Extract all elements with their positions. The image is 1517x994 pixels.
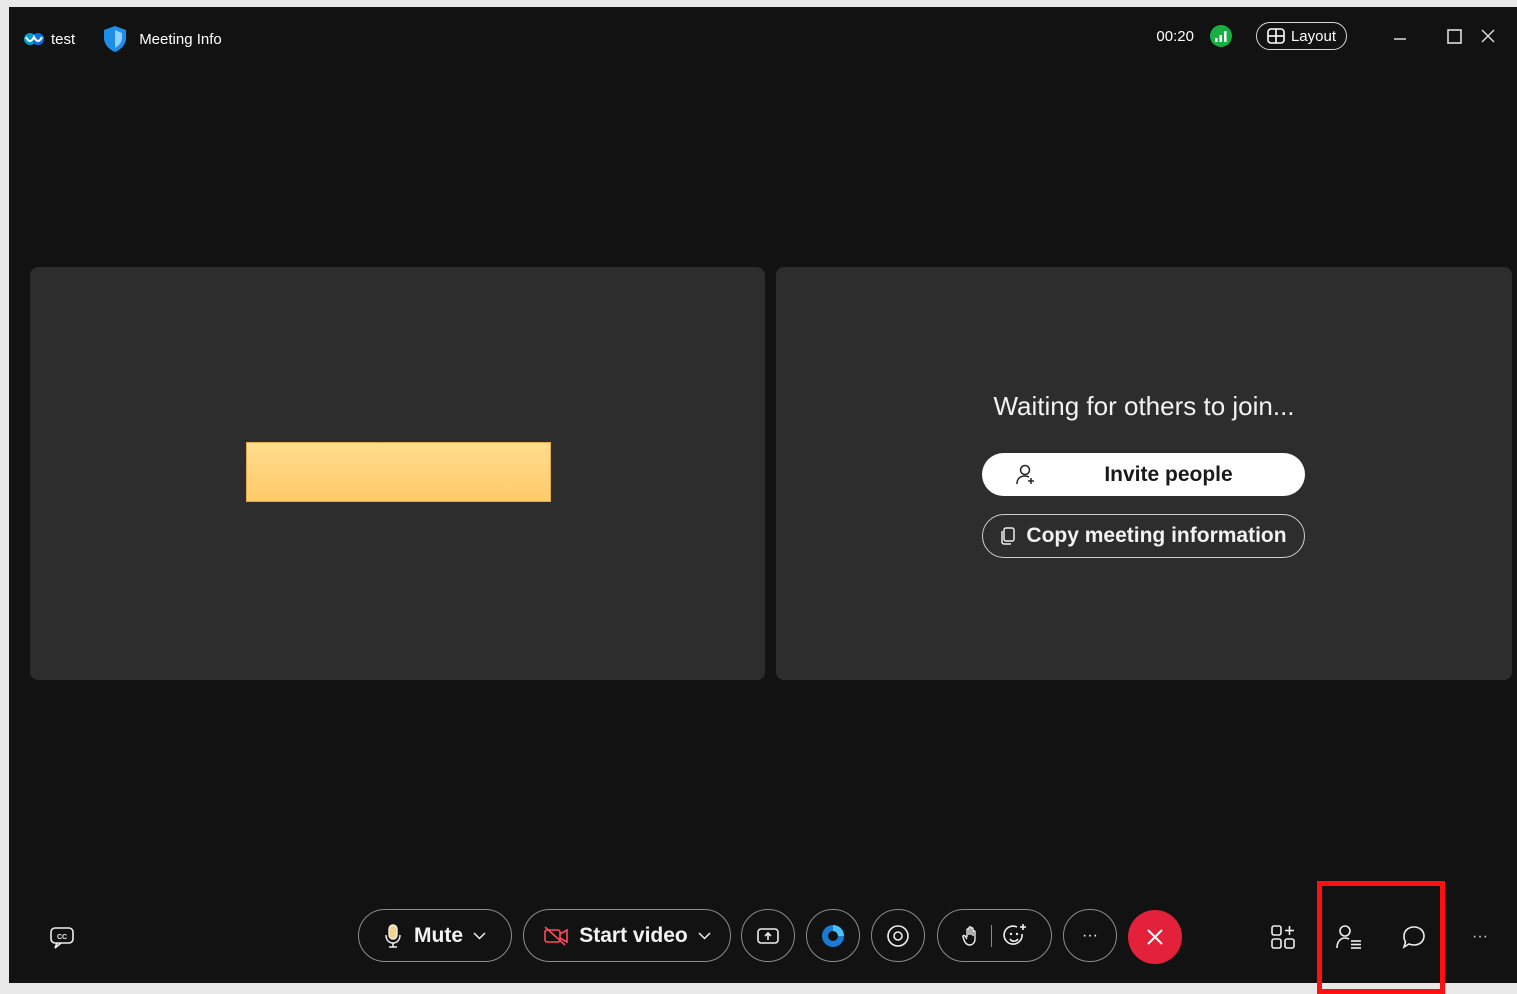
share-screen-button[interactable] bbox=[741, 909, 795, 962]
share-screen-icon bbox=[757, 927, 779, 944]
signal-strength-icon[interactable] bbox=[1209, 25, 1232, 47]
app-logo: test bbox=[23, 31, 75, 48]
self-video-pane bbox=[30, 267, 765, 680]
more-options-button[interactable]: ··· bbox=[1063, 909, 1117, 962]
webex-logo-icon bbox=[24, 33, 44, 45]
chevron-down-icon bbox=[698, 931, 711, 940]
record-icon bbox=[887, 924, 909, 947]
layout-label: Layout bbox=[1290, 27, 1336, 45]
apps-icon bbox=[1271, 925, 1295, 949]
chevron-down-icon bbox=[473, 931, 486, 940]
reactions-icon[interactable] bbox=[1002, 923, 1028, 949]
meeting-window: test Meeting Info 00:20 Layout Waiting f… bbox=[9, 7, 1517, 983]
control-bar: CC Mute Start video ··· ··· bbox=[9, 893, 1517, 983]
redacted-name-tag bbox=[246, 442, 551, 502]
video-off-icon bbox=[544, 925, 569, 946]
apps-button[interactable] bbox=[1267, 921, 1299, 953]
shield-icon bbox=[104, 26, 127, 52]
layout-grid-icon bbox=[1267, 28, 1285, 44]
ai-assistant-icon bbox=[822, 924, 844, 947]
mute-button[interactable]: Mute bbox=[358, 909, 512, 962]
start-video-button[interactable]: Start video bbox=[523, 909, 731, 962]
captions-button[interactable]: CC bbox=[46, 921, 78, 953]
maximize-icon bbox=[1446, 28, 1462, 44]
mute-label: Mute bbox=[414, 923, 463, 947]
more-icon: ··· bbox=[1082, 926, 1098, 944]
reactions-group bbox=[937, 909, 1052, 962]
microphone-icon bbox=[385, 923, 401, 948]
close-icon bbox=[1481, 29, 1495, 43]
meeting-info-label: Meeting Info bbox=[139, 30, 222, 48]
title-bar: test Meeting Info 00:20 Layout bbox=[9, 7, 1517, 67]
add-person-icon bbox=[1016, 464, 1034, 485]
copy-meeting-info-button[interactable]: Copy meeting information bbox=[982, 514, 1305, 558]
maximize-button[interactable] bbox=[1427, 21, 1481, 51]
start-video-label: Start video bbox=[579, 923, 688, 947]
raise-hand-icon[interactable] bbox=[961, 925, 981, 947]
copy-icon bbox=[1001, 527, 1016, 545]
minimize-icon bbox=[1394, 38, 1406, 40]
app-name: test bbox=[51, 30, 76, 48]
close-window-button[interactable] bbox=[1481, 21, 1517, 51]
layout-button[interactable]: Layout bbox=[1255, 22, 1347, 50]
ai-assistant-button[interactable] bbox=[806, 909, 860, 962]
highlight-box bbox=[1317, 881, 1445, 994]
svg-text:CC: CC bbox=[57, 934, 67, 941]
side-more-icon: ··· bbox=[1472, 928, 1488, 945]
invite-people-button[interactable]: Invite people bbox=[982, 453, 1305, 496]
waiting-pane: Waiting for others to join... Invite peo… bbox=[776, 267, 1512, 680]
side-more-button[interactable]: ··· bbox=[1464, 921, 1496, 953]
meeting-info-button[interactable]: Meeting Info bbox=[103, 25, 222, 53]
record-button[interactable] bbox=[871, 909, 925, 962]
captions-icon: CC bbox=[50, 927, 74, 949]
meeting-timer: 00:20 bbox=[1156, 27, 1194, 45]
minimize-button[interactable] bbox=[1373, 21, 1427, 51]
end-call-icon bbox=[1147, 929, 1163, 945]
end-call-button[interactable] bbox=[1128, 910, 1182, 964]
copy-meeting-info-label: Copy meeting information bbox=[1026, 524, 1287, 547]
waiting-message: Waiting for others to join... bbox=[993, 391, 1295, 421]
